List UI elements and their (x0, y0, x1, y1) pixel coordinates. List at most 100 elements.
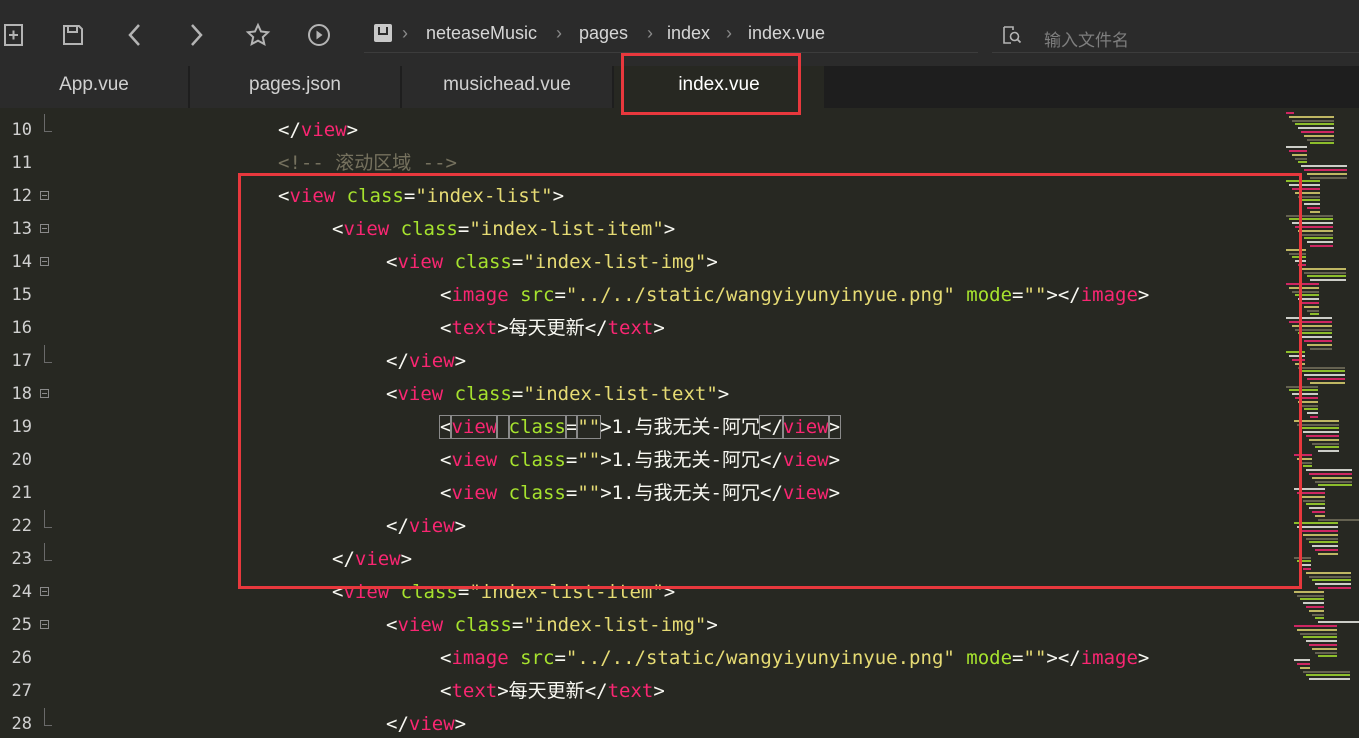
minimap-line (1306, 469, 1352, 472)
minimap-line (1298, 127, 1334, 130)
code-line[interactable]: 16 <text>每天更新</text> (0, 312, 1280, 345)
minimap-line (1301, 199, 1320, 202)
line-number: 22 (11, 516, 32, 536)
minimap-line (1286, 214, 1333, 217)
save-icon[interactable] (58, 22, 88, 52)
minimap-line (1300, 427, 1339, 430)
code-line[interactable]: 12 <view class="index-list"> (0, 180, 1280, 213)
minimap-line (1289, 115, 1334, 118)
fold-toggle-icon[interactable] (40, 389, 49, 398)
minimap-line (1307, 378, 1345, 380)
code-line[interactable]: 17 </view> (0, 345, 1280, 378)
code-token: view (397, 614, 444, 636)
breadcrumb-subfolder[interactable]: index (667, 23, 710, 44)
code-token: view (451, 449, 498, 471)
star-icon[interactable] (243, 22, 273, 52)
minimap-line (1294, 556, 1311, 559)
code-editor[interactable]: 10 </view> 11 <!-- 滚动区域 --> 12 <view class="i… (0, 108, 1280, 738)
minimap[interactable] (1280, 108, 1359, 738)
code-token: = (511, 251, 524, 273)
code-line[interactable]: 25 <view class="index-list-img"> (0, 609, 1280, 642)
minimap-line (1289, 286, 1319, 289)
minimap-line (1306, 674, 1350, 677)
code-token: </ (386, 350, 409, 372)
forward-icon[interactable] (181, 22, 211, 52)
code-line[interactable]: 18 <view class="index-list-text"> (0, 378, 1280, 411)
code-text: <image src="../../static/wangyiyunyinyue… (440, 279, 1149, 312)
breadcrumb-file[interactable]: index.vue (748, 23, 825, 44)
code-token: src (520, 647, 555, 669)
tab-musichead-vue[interactable]: musichead.vue (402, 66, 612, 108)
minimap-line (1300, 632, 1337, 635)
code-text: <view class="index-list-item"> (332, 576, 675, 609)
minimap-line (1304, 408, 1318, 411)
code-line[interactable]: 24 <view class="index-list-item"> (0, 576, 1280, 609)
code-line[interactable]: 11 <!-- 滚动区域 --> (0, 147, 1280, 180)
code-token: view (300, 119, 347, 141)
code-token: = (403, 185, 416, 207)
code-token: text (607, 680, 654, 702)
minimap-line (1300, 666, 1310, 669)
tab-index-vue[interactable]: index.vue (614, 66, 824, 108)
code-token: view (781, 415, 830, 439)
code-token: class (508, 482, 566, 504)
code-line[interactable]: 20 <view class="">1.与我无关-阿冗</view> (0, 444, 1280, 477)
code-token: "" (576, 415, 602, 439)
fold-toggle-icon[interactable] (40, 620, 49, 629)
fold-toggle-icon[interactable] (40, 191, 49, 200)
minimap-line (1295, 362, 1305, 365)
code-token: "" (577, 449, 601, 471)
code-line[interactable]: 19 <view class="">1.与我无关-阿冗</view> (0, 411, 1280, 444)
code-token: = (554, 647, 566, 669)
code-token: = (1012, 284, 1024, 306)
tab-app-vue[interactable]: App.vue (0, 66, 188, 108)
minimap-line (1318, 450, 1339, 453)
code-line[interactable]: 13 <view class="index-list-item"> (0, 213, 1280, 246)
minimap-line (1286, 283, 1319, 285)
code-line[interactable]: 28 </view> (0, 708, 1280, 738)
minimap-line (1292, 290, 1319, 293)
minimap-line (1310, 245, 1333, 247)
code-token: > (717, 383, 730, 405)
code-line[interactable]: 22 </view> (0, 510, 1280, 543)
breadcrumb-folder[interactable]: pages (579, 23, 628, 44)
minimap-line (1294, 522, 1338, 525)
code-line[interactable]: 23 </view> (0, 543, 1280, 576)
file-search-input[interactable]: 输入文件名 (1044, 26, 1129, 51)
fold-toggle-icon[interactable] (40, 224, 49, 233)
minimap-line (1318, 587, 1351, 589)
code-line[interactable]: 21 <view class="">1.与我无关-阿冗</view> (0, 477, 1280, 510)
fold-toggle-icon[interactable] (40, 587, 49, 596)
code-token: > (497, 680, 509, 702)
minimap-line (1315, 549, 1338, 551)
minimap-line (1297, 423, 1339, 426)
code-token: > (663, 218, 676, 240)
file-search[interactable]: 输入文件名 (992, 18, 1359, 53)
minimap-line (1286, 180, 1320, 183)
code-token: text (451, 317, 498, 339)
code-token: image (451, 284, 509, 306)
minimap-line (1297, 492, 1325, 494)
fold-toggle-icon[interactable] (40, 257, 49, 266)
code-line[interactable]: 15 <image src="../../static/wangyiyunyiny… (0, 279, 1280, 312)
code-token: > (663, 581, 676, 603)
code-line[interactable]: 14 <view class="index-list-img"> (0, 246, 1280, 279)
minimap-line (1309, 575, 1351, 578)
code-token: view (408, 713, 455, 735)
minimap-line (1307, 275, 1346, 278)
code-text: </view> (386, 345, 466, 378)
new-file-icon[interactable] (0, 22, 30, 52)
breadcrumb-project[interactable]: neteaseMusic (426, 23, 537, 44)
code-token: class (454, 614, 512, 636)
code-token: < (440, 284, 452, 306)
code-line[interactable]: 26 <image src="../../static/wangyiyunyiny… (0, 642, 1280, 675)
back-icon[interactable] (120, 22, 150, 52)
run-icon[interactable] (304, 22, 334, 52)
code-token: </ (386, 713, 409, 735)
tab-pages-json[interactable]: pages.json (190, 66, 400, 108)
code-line[interactable]: 27 <text>每天更新</text> (0, 675, 1280, 708)
code-token: > (653, 680, 665, 702)
minimap-line (1312, 511, 1325, 513)
code-line[interactable]: 10 </view> (0, 114, 1280, 147)
